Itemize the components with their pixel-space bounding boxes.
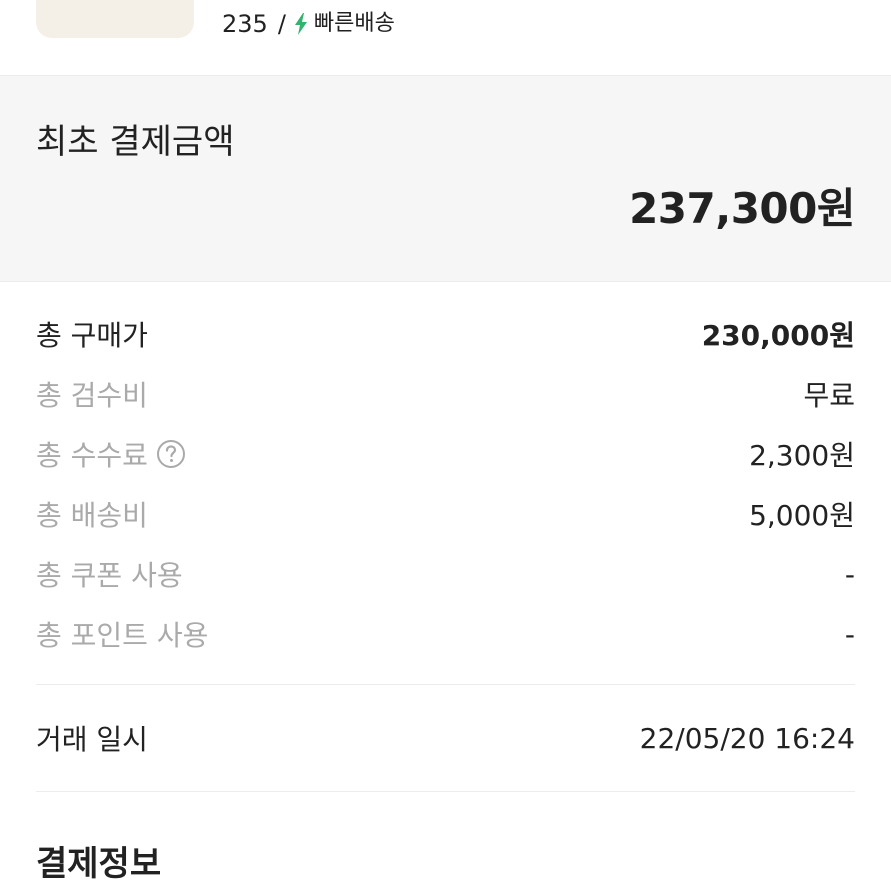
question-circle-icon[interactable] [156,439,186,469]
transaction-datetime-value: 22/05/20 16:24 [639,721,855,755]
product-options: 235 / 빠른배송 [222,8,395,40]
row-commission: 총 수수료 2,300원 [36,424,855,484]
initial-payment-amount: 237,300원 [629,184,855,233]
initial-payment-panel: 최초 결제금액 237,300원 [0,76,891,282]
total-purchase-value: 230,000원 [701,319,855,352]
inspection-fee-value: 무료 [803,379,855,412]
shipping-fee-label: 총 배송비 [36,499,148,532]
coupon-used-label: 총 쿠폰 사용 [36,559,183,592]
row-transaction-datetime: 거래 일시 22/05/20 16:24 [36,685,855,791]
row-points-used: 총 포인트 사용 - [36,604,855,664]
coupon-used-value: - [844,557,855,591]
commission-label-group: 총 수수료 [36,434,186,474]
points-used-value: - [844,617,855,651]
row-total-purchase: 총 구매가 230,000원 [36,304,855,364]
product-thumbnail[interactable] [36,0,194,38]
payment-breakdown: 총 구매가 230,000원 총 검수비 무료 총 수수료 2,300원 총 배… [0,282,891,884]
transaction-datetime-label: 거래 일시 [36,723,148,756]
total-purchase-label: 총 구매가 [36,319,148,352]
inspection-fee-label: 총 검수비 [36,379,148,412]
shipping-fee-value: 5,000원 [749,499,855,532]
product-summary: 235 / 빠른배송 [0,0,891,76]
initial-payment-title: 최초 결제금액 [36,122,235,162]
points-used-label: 총 포인트 사용 [36,619,209,652]
fast-delivery-label: 빠른배송 [313,11,395,36]
row-shipping-fee: 총 배송비 5,000원 [36,484,855,544]
row-coupon-used: 총 쿠폰 사용 - [36,544,855,604]
option-separator: / [277,10,286,38]
row-inspection-fee: 총 검수비 무료 [36,364,855,424]
lightning-bolt-icon [294,13,308,35]
commission-value: 2,300원 [749,439,855,472]
commission-label: 총 수수료 [36,439,148,472]
payment-info-title: 결제정보 [36,844,162,884]
product-size: 235 [222,10,268,38]
